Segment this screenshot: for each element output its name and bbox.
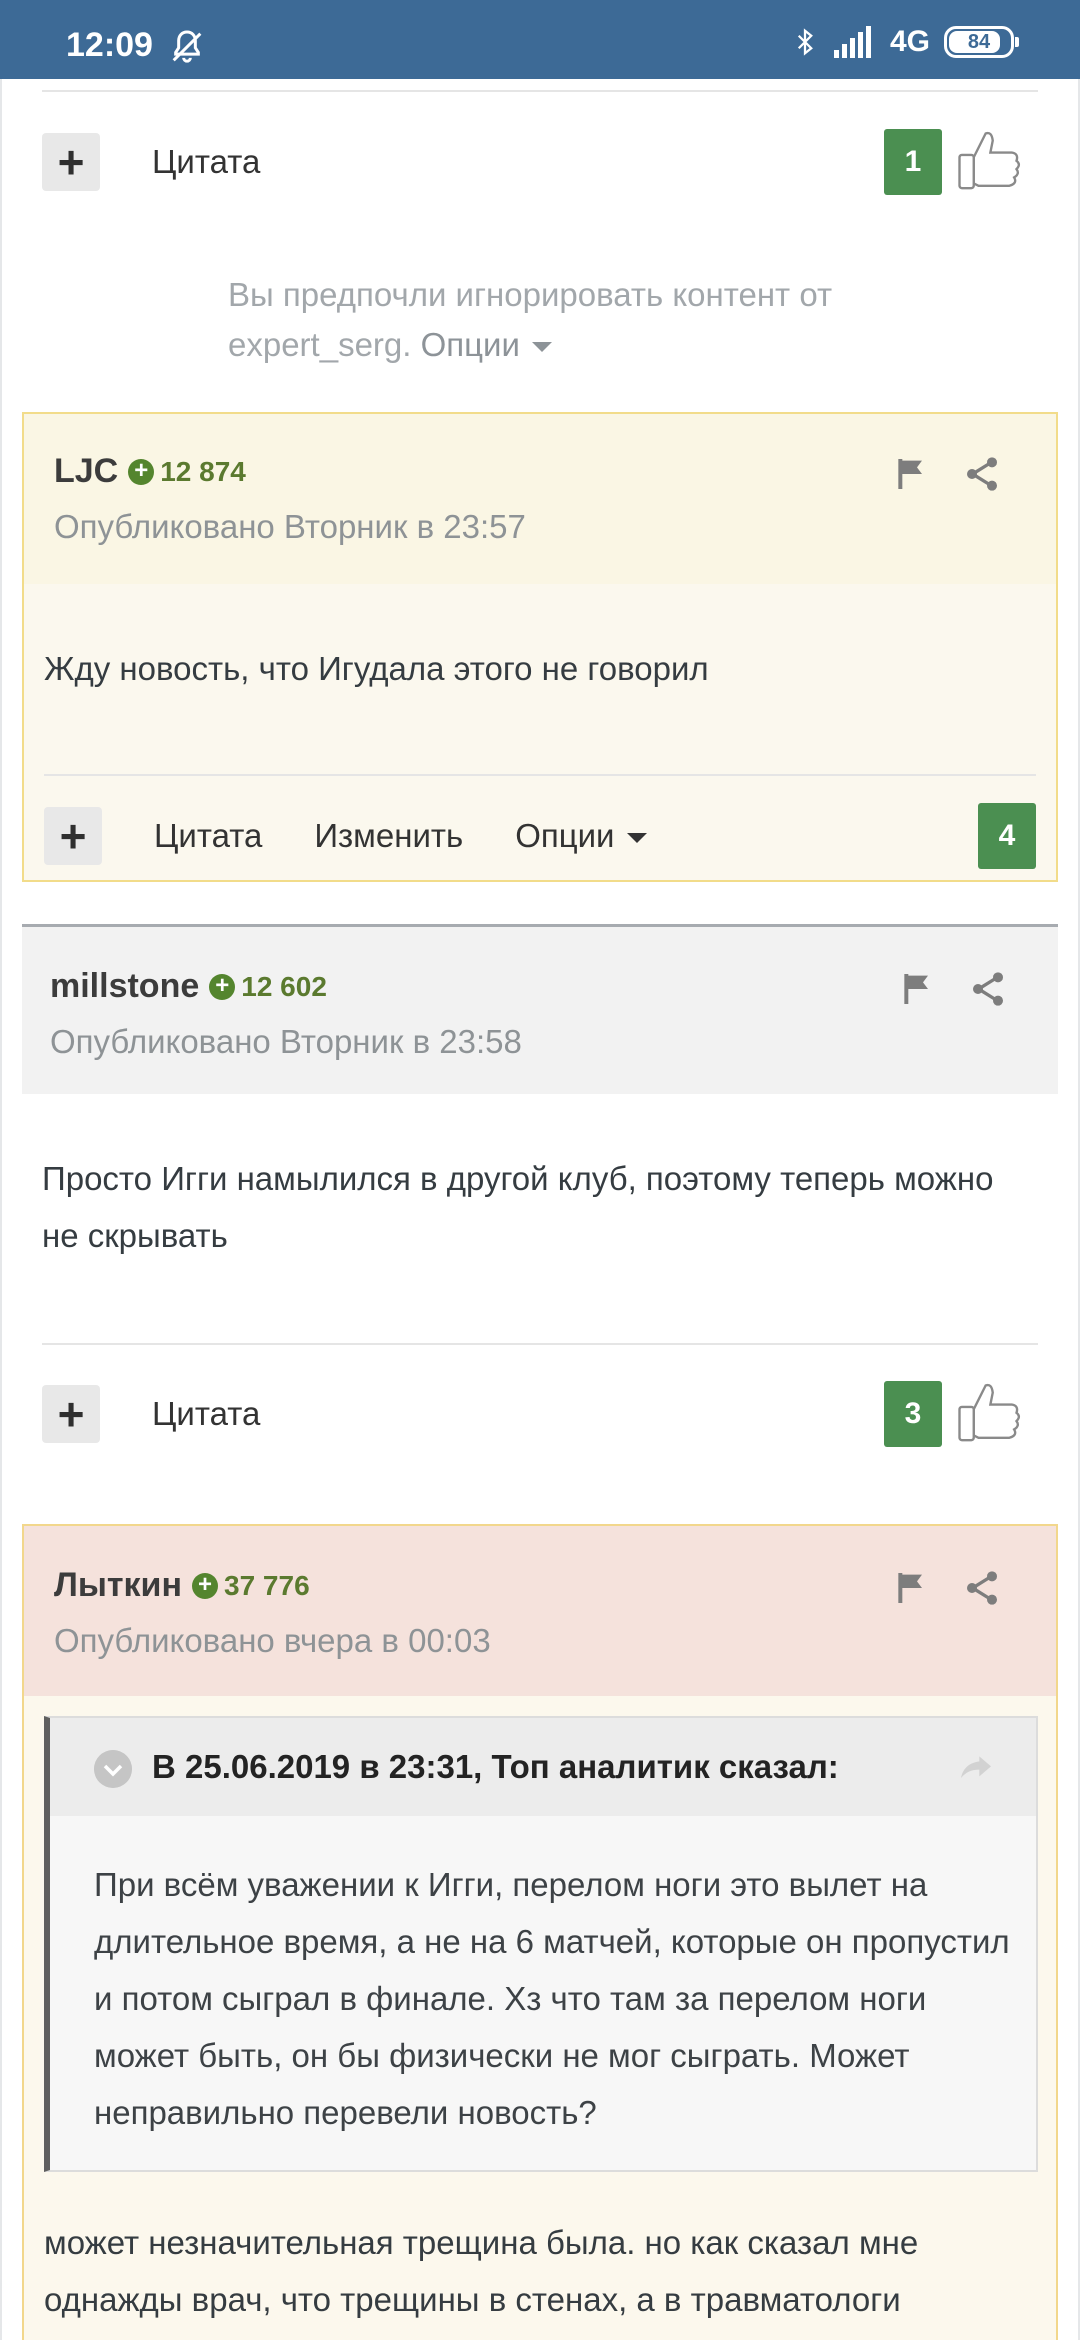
content-border-left [0, 79, 2, 2340]
network-type: 4G [889, 25, 930, 58]
multiquote-button[interactable]: + [42, 133, 100, 191]
post-date: Опубликовано Вторник в 23:57 [54, 508, 526, 545]
post-content: может незначительная трещина была. но ка… [44, 2224, 919, 2318]
post-divider [42, 1343, 1038, 1345]
post-divider [44, 774, 1036, 776]
report-flag-icon[interactable] [892, 1568, 932, 1608]
status-time: 12:09 [66, 26, 153, 64]
quote-button[interactable]: Цитата [154, 817, 262, 855]
multiquote-button[interactable]: + [42, 1385, 100, 1443]
signal-icon [833, 26, 871, 58]
report-flag-icon[interactable] [892, 454, 932, 494]
battery-level: 84 [967, 30, 991, 53]
reaction-count[interactable]: 4 [978, 803, 1036, 869]
reputation-badge: +12 602 [209, 971, 327, 1003]
post-content: Просто Игги намылился в другой клуб, поэ… [42, 1160, 994, 1254]
post-header-icons [892, 1568, 1002, 1608]
post-header-icons [892, 454, 1002, 494]
plus-circle-icon: + [209, 973, 236, 1000]
post-actions: + Цитата Изменить Опции 4 [44, 796, 1036, 876]
quote-title: В 25.06.2019 в 23:31, Топ аналитик сказа… [152, 1748, 839, 1785]
post-header: millstone +12 602 Опубликовано Вторник в… [22, 924, 1058, 1094]
post-header-icons [898, 969, 1008, 1009]
multiquote-button[interactable]: + [44, 807, 102, 865]
post-date: Опубликовано вчера в 00:03 [54, 1622, 491, 1659]
post-author[interactable]: millstone +12 602 [50, 967, 327, 1006]
post-header: LJC +12 874 Опубликовано Вторник в 23:57 [24, 414, 1056, 584]
quote-button[interactable]: Цитата [152, 1395, 260, 1433]
quote-header: В 25.06.2019 в 23:31, Топ аналитик сказа… [50, 1718, 1036, 1816]
author-name[interactable]: millstone [50, 967, 199, 1006]
post-card: LJC +12 874 Опубликовано Вторник в 23:57… [22, 412, 1058, 882]
caret-down-icon [531, 342, 552, 353]
edit-button[interactable]: Изменить [314, 817, 463, 855]
muted-bell-icon [172, 30, 202, 63]
plus-circle-icon: + [192, 1572, 218, 1599]
quote-button[interactable]: Цитата [152, 143, 260, 181]
post-header: Лыткин +37 776 Опубликовано вчера в 00:0… [24, 1526, 1056, 1696]
bluetooth-icon [797, 28, 813, 56]
report-flag-icon[interactable] [898, 969, 938, 1009]
thumbs-up-icon[interactable] [950, 124, 1026, 200]
post-author[interactable]: Лыткин +37 776 [54, 1566, 310, 1605]
post-actions: + Цитата 1 [42, 122, 1038, 202]
reputation-badge: +12 874 [128, 456, 246, 488]
author-name[interactable]: Лыткин [54, 1566, 182, 1605]
thumbs-up-icon[interactable] [950, 1376, 1026, 1452]
author-name[interactable]: LJC [54, 452, 118, 491]
reaction-count[interactable]: 1 [884, 129, 942, 195]
ignored-content-notice: Вы предпочли игнорировать контент от exp… [228, 270, 928, 370]
post-divider [42, 90, 1038, 92]
options-menu[interactable]: Опции [515, 817, 647, 855]
share-icon[interactable] [968, 969, 1008, 1009]
plus-circle-icon: + [128, 458, 155, 485]
status-bar: 12:09 4G 84 [0, 0, 1080, 79]
quote-content: При всём уважении к Игги, перелом ноги э… [94, 1866, 1010, 2131]
quote-block: В 25.06.2019 в 23:31, Топ аналитик сказа… [44, 1716, 1038, 2172]
post-content: Жду новость, что Игудала этого не говори… [44, 650, 709, 687]
ignored-options-link[interactable]: Опции [421, 326, 552, 363]
battery-icon: 84 [944, 26, 1019, 58]
share-icon[interactable] [962, 1568, 1002, 1608]
post-date: Опубликовано Вторник в 23:58 [50, 1023, 522, 1060]
go-to-quote-icon[interactable] [956, 1748, 996, 1788]
share-icon[interactable] [962, 454, 1002, 494]
caret-down-icon [626, 833, 647, 844]
reaction-count[interactable]: 3 [884, 1381, 942, 1447]
post-author[interactable]: LJC +12 874 [54, 452, 246, 491]
reputation-badge: +37 776 [192, 1570, 310, 1602]
post-actions: + Цитата 3 [42, 1374, 1038, 1454]
chevron-down-icon[interactable] [94, 1750, 132, 1788]
